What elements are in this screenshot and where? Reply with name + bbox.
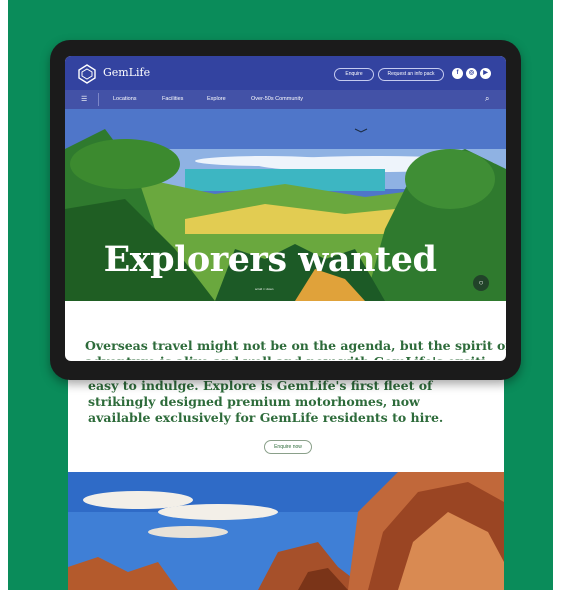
nav-item-explore[interactable]: Explore bbox=[207, 96, 226, 102]
nav-item-facilities[interactable]: Facilities bbox=[162, 96, 183, 102]
tablet-device: GemLife Enquire Request an info pack f ◎… bbox=[50, 40, 521, 380]
enquire-now-button[interactable]: Enquire now bbox=[264, 440, 312, 454]
scroll-down-indicator[interactable]: scroll ⬭ down bbox=[255, 287, 273, 291]
menu-icon[interactable]: ☰ bbox=[81, 95, 87, 103]
canyon-illustration bbox=[68, 472, 504, 590]
intro-line-1: Overseas travel might not be on the agen… bbox=[85, 338, 506, 353]
intro-line-2: adventure is alive and well and now with… bbox=[85, 354, 485, 360]
enquire-button[interactable]: Enquire bbox=[334, 68, 374, 81]
nav-bar: ☰ Locations Facilities Explore Over-50s … bbox=[65, 90, 506, 109]
chat-icon[interactable]: ○ bbox=[473, 275, 489, 291]
brand-name[interactable]: GemLife bbox=[103, 66, 150, 79]
top-bar: GemLife Enquire Request an info pack f ◎… bbox=[65, 56, 506, 90]
instagram-icon[interactable]: ◎ bbox=[466, 68, 477, 79]
search-icon[interactable]: ⌕ bbox=[485, 94, 489, 104]
hero-banner: Explorers wanted scroll ⬭ down ○ bbox=[65, 109, 506, 301]
youtube-icon[interactable]: ▶ bbox=[480, 68, 491, 79]
intro-paragraph: easy to indulge. Explore is GemLife's fi… bbox=[88, 378, 444, 425]
facebook-icon[interactable]: f bbox=[452, 68, 463, 79]
nav-divider bbox=[98, 93, 99, 106]
hero-title: Explorers wanted bbox=[103, 239, 437, 280]
tablet-screen: GemLife Enquire Request an info pack f ◎… bbox=[65, 56, 506, 361]
gemlife-logo-icon bbox=[78, 64, 96, 84]
request-info-pack-button[interactable]: Request an info pack bbox=[378, 68, 444, 81]
nav-item-locations[interactable]: Locations bbox=[113, 96, 137, 102]
nav-item-community[interactable]: Over-50s Community bbox=[251, 96, 303, 102]
